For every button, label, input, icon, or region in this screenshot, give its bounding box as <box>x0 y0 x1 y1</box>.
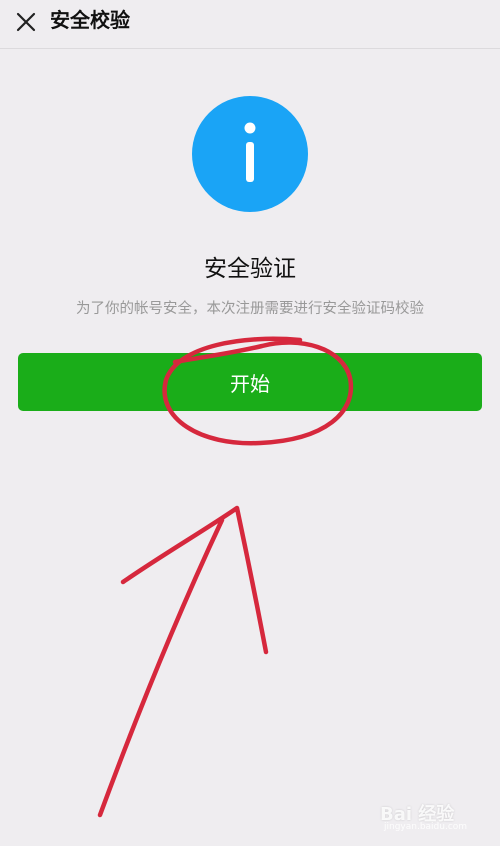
security-check-page: 安全校验 安全验证 为了你的帐号安全，本次注册需要进行安全验证码校验 开始 Ba… <box>0 0 500 846</box>
baidu-jingyan-watermark: Bai 经验 jingyan.baidu.com <box>380 796 490 836</box>
close-icon <box>16 12 36 32</box>
close-button[interactable] <box>10 6 42 38</box>
verification-heading: 安全验证 <box>204 256 296 282</box>
watermark-url: jingyan.baidu.com <box>384 822 468 832</box>
start-button[interactable]: 开始 <box>18 353 482 411</box>
info-icon <box>192 96 308 212</box>
verification-description: 为了你的帐号安全，本次注册需要进行安全验证码校验 <box>76 301 424 317</box>
page-title: 安全校验 <box>50 8 130 32</box>
title-bar: 安全校验 <box>0 0 500 49</box>
